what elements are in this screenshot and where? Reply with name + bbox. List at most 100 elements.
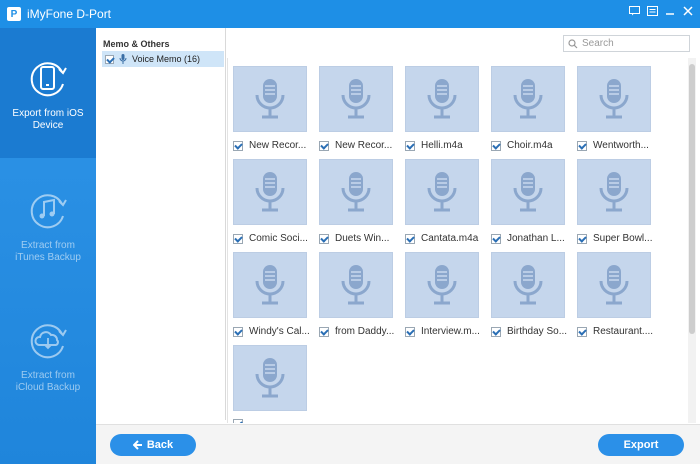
file-tile[interactable]: Comic Soci... [228,151,317,244]
phone-export-icon [30,62,67,97]
file-caption [233,419,317,423]
file-name: Restaurant.... [593,326,654,337]
file-checkbox[interactable] [491,326,501,337]
file-grid-viewport: New Recor... New Recor... Helli.m4a Choir.m… [227,58,687,423]
scrollbar-thumb[interactable] [689,64,695,334]
file-name: Interview.m... [421,326,480,337]
grid-scrollbar[interactable] [688,58,696,423]
file-tile[interactable]: Helli.m4a [400,58,489,151]
file-checkbox[interactable] [319,140,329,151]
file-tile[interactable]: Restaurant.... [572,244,661,337]
microphone-icon [341,172,371,212]
file-caption: Birthday So... [491,326,575,337]
category-checkbox[interactable] [105,54,114,64]
file-tile[interactable]: Wentworth... [572,58,661,151]
file-thumbnail[interactable] [405,252,479,318]
file-caption: New Recor... [319,140,403,151]
microphone-icon [255,265,285,305]
file-checkbox[interactable] [405,233,415,244]
file-name: New Recor... [249,140,307,151]
file-caption: Helli.m4a [405,140,489,151]
sidebar-item-itunes-backup[interactable]: Extract from iTunes Backup [0,160,96,290]
close-icon[interactable] [682,5,694,17]
file-checkbox[interactable] [233,140,243,151]
file-checkbox[interactable] [577,233,587,244]
mode-sidebar: Export from iOS Device Extract from iTun… [0,28,96,464]
search-box[interactable] [563,35,690,52]
file-checkbox[interactable] [405,140,415,151]
sidebar-item-label: Export from iOS Device [12,108,84,131]
export-button[interactable]: Export [598,434,684,456]
file-tile[interactable]: Interview.m... [400,244,486,337]
file-name: Choir.m4a [507,140,553,151]
microphone-icon [599,265,629,305]
file-thumbnail[interactable] [233,66,307,132]
file-thumbnail[interactable] [491,252,565,318]
sidebar-item-icloud-backup[interactable]: Extract from iCloud Backup [0,290,96,420]
minimize-icon[interactable] [664,5,676,17]
microphone-icon [255,358,285,398]
file-caption: from Daddy... [319,326,403,337]
file-name: Windy's Cal... [249,326,310,337]
sidebar-item-label: Extract from iTunes Backup [15,240,81,263]
file-thumbnail[interactable] [577,66,651,132]
file-tile[interactable]: New Recor... [314,58,403,151]
file-tile[interactable]: New Recor... [228,58,314,151]
file-caption: Windy's Cal... [233,326,317,337]
file-tile[interactable]: Choir.m4a [486,58,572,151]
file-tile[interactable]: Super Bowl... [572,151,661,244]
file-checkbox[interactable] [405,326,415,337]
file-tile[interactable]: Jonathan L... [486,151,572,244]
menu-icon[interactable] [646,5,658,17]
file-caption: Duets Win... [319,233,403,244]
category-item-voice-memo[interactable]: Voice Memo (16) [102,51,224,67]
feedback-icon[interactable] [628,5,640,17]
file-thumbnail[interactable] [233,345,307,411]
search-input[interactable] [582,38,682,49]
file-caption: Wentworth... [577,140,661,151]
file-thumbnail[interactable] [319,159,393,225]
file-tile[interactable]: Birthday So... [486,244,575,337]
file-checkbox[interactable] [233,419,243,423]
file-tile[interactable]: from Daddy... [314,244,403,337]
file-name: Helli.m4a [421,140,463,151]
file-caption: Comic Soci... [233,233,317,244]
file-thumbnail[interactable] [577,252,651,318]
file-thumbnail[interactable] [577,159,651,225]
file-thumbnail[interactable] [491,66,565,132]
file-tile[interactable] [228,337,314,423]
file-checkbox[interactable] [319,326,329,337]
file-thumbnail[interactable] [319,66,393,132]
file-thumbnail[interactable] [233,252,307,318]
file-checkbox[interactable] [491,233,501,244]
microphone-icon [119,54,127,64]
bottom-bar: Back Export [96,424,700,464]
back-button[interactable]: Back [110,434,196,456]
file-checkbox[interactable] [233,326,243,337]
itunes-music-icon [30,194,67,229]
file-thumbnail[interactable] [319,252,393,318]
file-tile[interactable]: Windy's Cal... [228,244,317,337]
window-controls [628,5,694,17]
file-checkbox[interactable] [577,140,587,151]
microphone-icon [255,79,285,119]
file-thumbnail[interactable] [491,159,565,225]
microphone-icon [513,79,543,119]
microphone-icon [513,172,543,212]
microphone-icon [427,265,457,305]
sidebar-item-export-ios[interactable]: Export from iOS Device [0,28,96,158]
file-caption: Super Bowl... [577,233,661,244]
back-arrow-icon [132,440,142,450]
file-thumbnail[interactable] [405,66,479,132]
file-checkbox[interactable] [319,233,329,244]
microphone-icon [599,172,629,212]
file-tile[interactable]: Duets Win... [314,151,403,244]
file-tile[interactable]: Cantata.m4a [400,151,486,244]
file-thumbnail[interactable] [233,159,307,225]
file-checkbox[interactable] [233,233,243,244]
file-caption: Restaurant.... [577,326,661,337]
file-thumbnail[interactable] [405,159,479,225]
file-checkbox[interactable] [577,326,587,337]
file-checkbox[interactable] [491,140,501,151]
file-name: New Recor... [335,140,393,151]
